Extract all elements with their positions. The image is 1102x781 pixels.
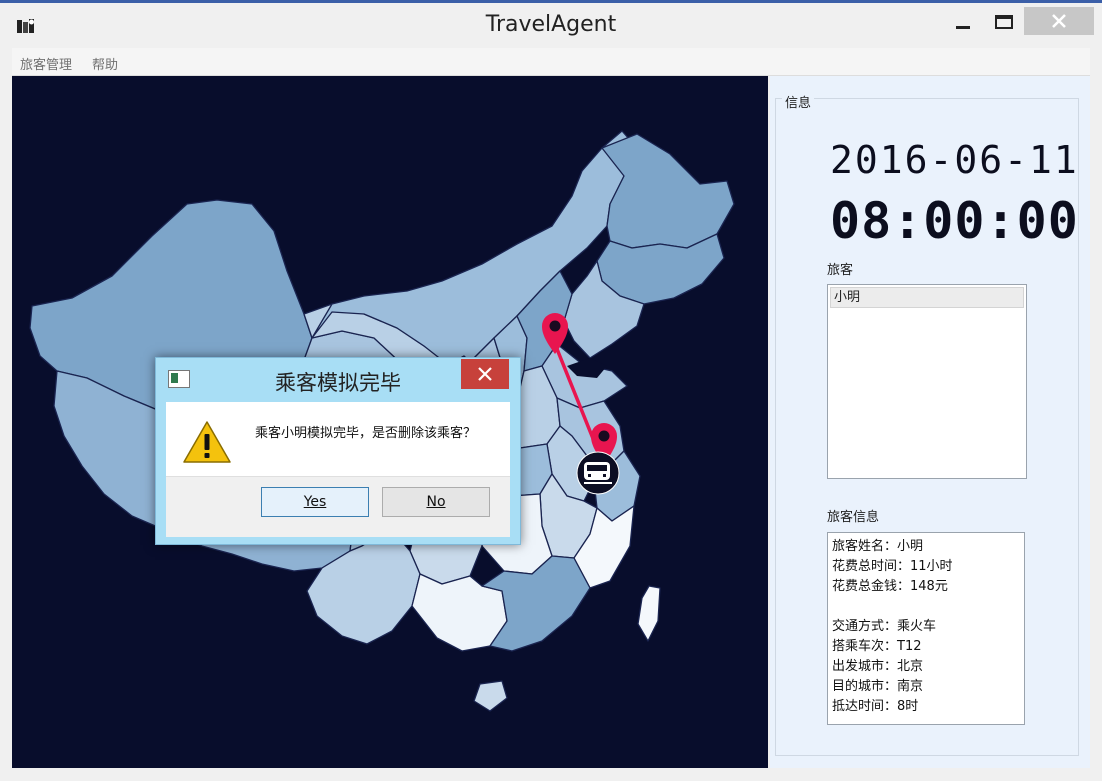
app-window: TravelAgent 旅客管理 帮助 信息 2016-06-11 08:00:…: [0, 0, 1102, 781]
info-line-arrival: 抵达时间：8时: [832, 699, 919, 714]
simulation-time: 08:00:00: [830, 192, 1079, 250]
dialog-button-bar: Yes No: [166, 476, 510, 537]
info-panel: 信息 2016-06-11 08:00:00 旅客 小明 旅客信息 旅客姓名：小…: [770, 76, 1090, 768]
train-icon: [576, 451, 620, 495]
passenger-info-box[interactable]: 旅客姓名：小明 花费总时间：11小时 花费总金钱：148元 交通方式：乘火车 搭…: [827, 532, 1025, 725]
title-bar[interactable]: TravelAgent: [0, 3, 1102, 47]
close-button[interactable]: [1024, 7, 1094, 35]
simulation-date: 2016-06-11: [830, 138, 1079, 182]
yes-button-label: Yes: [303, 494, 327, 510]
info-line-departure: 出发城市：北京: [832, 659, 924, 674]
info-line-transport: 交通方式：乘火车: [832, 619, 937, 634]
menu-bar: 旅客管理 帮助: [12, 48, 1090, 76]
passengers-label: 旅客: [827, 263, 854, 278]
window-title: TravelAgent: [485, 12, 617, 37]
minimize-button[interactable]: [940, 7, 986, 35]
message-dialog: 乘客模拟完毕 乘客小明模拟完毕，是否删除该乘客？ Yes No: [155, 357, 521, 545]
minimize-icon: [956, 26, 970, 29]
no-button[interactable]: No: [382, 487, 490, 517]
dialog-close-button[interactable]: [461, 359, 509, 389]
maximize-button[interactable]: [986, 7, 1026, 35]
list-item[interactable]: 小明: [830, 287, 1024, 308]
dialog-body: 乘客小明模拟完毕，是否删除该乘客？ Yes No: [166, 402, 510, 537]
passenger-info-label: 旅客信息: [827, 510, 880, 525]
info-group-title: 信息: [782, 92, 815, 111]
info-line-total-cost: 花费总金钱：148元: [832, 579, 948, 594]
menu-passenger-management[interactable]: 旅客管理: [20, 54, 72, 73]
close-icon: [478, 367, 492, 381]
window-bottom-border: [0, 769, 1102, 781]
warning-icon: [183, 421, 231, 463]
yes-button[interactable]: Yes: [261, 487, 369, 517]
region-heilongjiang: [601, 133, 735, 249]
passenger-list[interactable]: 小明: [827, 284, 1027, 479]
menu-help[interactable]: 帮助: [92, 54, 118, 73]
region-taiwan: [637, 585, 661, 642]
maximize-icon: [995, 15, 1013, 29]
close-icon: [1052, 14, 1066, 28]
info-line-name: 旅客姓名：小明: [832, 539, 924, 554]
info-line-total-time: 花费总时间：11小时: [832, 559, 953, 574]
info-line-blank: [832, 597, 1020, 617]
no-button-label: No: [426, 494, 446, 510]
info-line-train-number: 搭乘车次：T12: [832, 639, 922, 654]
region-hainan: [473, 680, 508, 712]
dialog-message: 乘客小明模拟完毕，是否删除该乘客？: [255, 426, 477, 441]
info-line-destination: 目的城市：南京: [832, 679, 924, 694]
